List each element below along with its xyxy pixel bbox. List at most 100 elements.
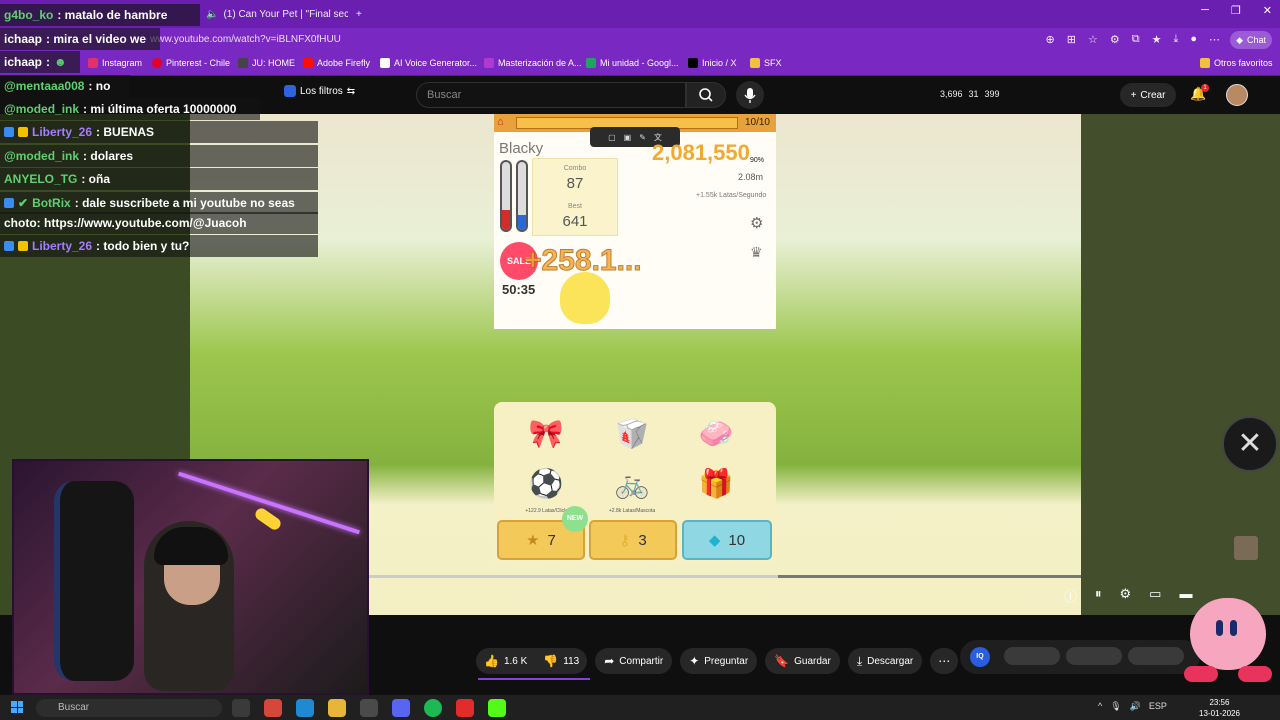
gems-card[interactable]: ◆ 10 [682, 520, 772, 560]
gem-icon: ◆ [708, 532, 721, 549]
crown-icon[interactable]: ♛ [750, 244, 770, 264]
more-actions-button[interactable]: ⋯ [930, 648, 959, 674]
taskbar-search[interactable]: Buscar [36, 699, 222, 717]
like-button[interactable]: 👍 1.6 K [476, 648, 535, 674]
like-ratio-bar [478, 678, 590, 680]
taskbar-clock[interactable]: 23:56 13-01-2026 [1199, 697, 1240, 719]
food-bag-icon[interactable]: 🥡 [612, 414, 652, 454]
search-button[interactable] [686, 82, 726, 108]
split-icon[interactable]: ⧉ [1132, 33, 1140, 46]
chat-message: @moded_ink : mi última oferta 10000000 [0, 98, 260, 120]
windows-start-icon[interactable] [11, 701, 23, 713]
iq-badge-icon[interactable]: IQ [970, 647, 990, 667]
folder-icon [1200, 58, 1210, 68]
download-icon[interactable]: ⤓ [1173, 33, 1178, 46]
notification-badge: 1 [1201, 84, 1209, 92]
bow-icon[interactable]: 🎀 [526, 414, 566, 454]
pet-chick[interactable] [560, 272, 610, 324]
chat-message: @mentaaa008 : no [0, 75, 130, 97]
apps-icon[interactable]: ⊞ [1067, 33, 1076, 46]
search-input[interactable]: Buscar [416, 82, 686, 108]
ball-icon[interactable]: ⚽ [526, 464, 566, 504]
kirby-body [1190, 598, 1266, 670]
create-button[interactable]: + Crear [1120, 83, 1176, 107]
save-label: Guardar [794, 655, 831, 667]
voice-search-button[interactable] [736, 81, 764, 109]
chat-text: choto: https://www.youtube.com/@Juacoh [4, 216, 247, 230]
bookmark-item[interactable]: Masterización de A... [484, 58, 582, 68]
chat-user: Liberty_26 [32, 239, 93, 253]
bookmark-item[interactable]: Inicio / X [688, 58, 737, 68]
edit-icon[interactable]: ✎ [639, 133, 646, 142]
iq-pill[interactable] [1004, 647, 1060, 665]
explorer-icon[interactable] [328, 699, 346, 717]
discord-icon[interactable] [392, 699, 410, 717]
gift-icon[interactable]: 🎁 [696, 464, 736, 504]
account-avatar[interactable] [1226, 84, 1248, 106]
home-icon[interactable]: ⌂ [497, 116, 504, 128]
ask-button[interactable]: ✦ Preguntar [680, 648, 758, 674]
save-button[interactable]: 🔖 Guardar [765, 648, 840, 674]
keys-card[interactable]: ⚷ 3 [589, 520, 677, 560]
more-icon[interactable]: ⋯ [1209, 33, 1220, 46]
video-actions: 👍 1.6 K 👎 113 ➦ Compartir ✦ Preguntar 🔖 … [476, 648, 959, 674]
store-icon[interactable] [360, 699, 378, 717]
plus-icon: + [356, 8, 362, 20]
lang-indicator[interactable]: ESP [1149, 701, 1167, 712]
chat-message: @moded_ink : dolares [0, 145, 318, 167]
star-icon[interactable]: ☆ [1088, 33, 1098, 46]
hud-count: 10/10 [744, 117, 770, 128]
edge-icon[interactable] [296, 699, 314, 717]
bookmark-label: Mi unidad - Googl... [600, 58, 679, 68]
x-overlay-button[interactable]: ✕ [1222, 416, 1278, 472]
iq-icon[interactable]: Ⓘ [1064, 586, 1077, 605]
folder-icon [750, 58, 760, 68]
download-label: Descargar [867, 655, 914, 667]
other-bookmarks[interactable]: Otros favoritos [1200, 58, 1273, 68]
profile-icon[interactable]: ● [1190, 33, 1197, 46]
kick-icon[interactable] [488, 699, 506, 717]
channel-stats: 3,696 31 399 [940, 89, 1000, 99]
iq-pill[interactable] [1128, 647, 1184, 665]
pet-rate-label: +2.8k Latas/Mascota [608, 508, 656, 514]
bookmark-item[interactable]: Mi unidad - Googl... [586, 58, 679, 68]
chat-user: @mentaaa008 [4, 79, 85, 93]
share-button[interactable]: ➦ Compartir [595, 648, 673, 674]
gems-value: 10 [728, 531, 746, 549]
task-view-icon[interactable] [232, 699, 250, 717]
settings-icon[interactable]: ⚙ [1120, 586, 1132, 605]
crown-badge-icon [18, 241, 28, 251]
iq-pill[interactable] [1066, 647, 1122, 665]
dislike-button[interactable]: 👎 113 [535, 648, 587, 674]
soap-icon[interactable]: 🧼 [696, 414, 736, 454]
translate-icon[interactable]: ⊕ [1046, 33, 1055, 46]
extensions-icon[interactable]: ⚙ [1110, 33, 1120, 46]
chevron-up-icon[interactable]: ^ [1098, 701, 1102, 712]
bookmark-item[interactable]: AI Voice Generator... [380, 58, 477, 68]
obs-icon[interactable] [456, 699, 474, 717]
crop-icon[interactable]: ▢ [608, 133, 616, 142]
drive-icon [586, 58, 596, 68]
spotify-icon[interactable] [424, 699, 442, 717]
key-icon: ⚷ [619, 532, 631, 549]
close-window-icon[interactable]: ✕ [1263, 4, 1272, 17]
new-tab-button[interactable]: + [350, 3, 370, 25]
kirby-foot [1238, 666, 1272, 682]
subtitles-icon[interactable]: ▭ [1149, 586, 1161, 605]
bookmark-label: Adobe Firefly [317, 58, 371, 68]
webcam-overlay [12, 459, 369, 695]
bookmark-item[interactable]: SFX [750, 58, 782, 68]
chat-text: : [46, 55, 51, 69]
minimize-icon[interactable]: ─ [1201, 4, 1209, 17]
download-button[interactable]: ⤓ Descargar [847, 648, 923, 674]
copilot-chat-button[interactable]: ◆ Chat [1230, 31, 1272, 49]
gear-icon[interactable]: ⚙ [750, 214, 770, 234]
pause-icon[interactable]: ⏸ [1095, 586, 1102, 605]
capture-icon[interactable]: ▣ [624, 133, 632, 142]
favorites-icon[interactable]: ★ [1152, 33, 1162, 46]
mic-tray-icon[interactable]: 🎙 [1110, 701, 1121, 712]
maximize-icon[interactable]: ❐ [1231, 4, 1241, 17]
copilot-icon[interactable] [264, 699, 282, 717]
bicycle-icon[interactable]: 🚲 [612, 464, 652, 504]
volume-icon[interactable]: 🔊 [1130, 701, 1141, 712]
